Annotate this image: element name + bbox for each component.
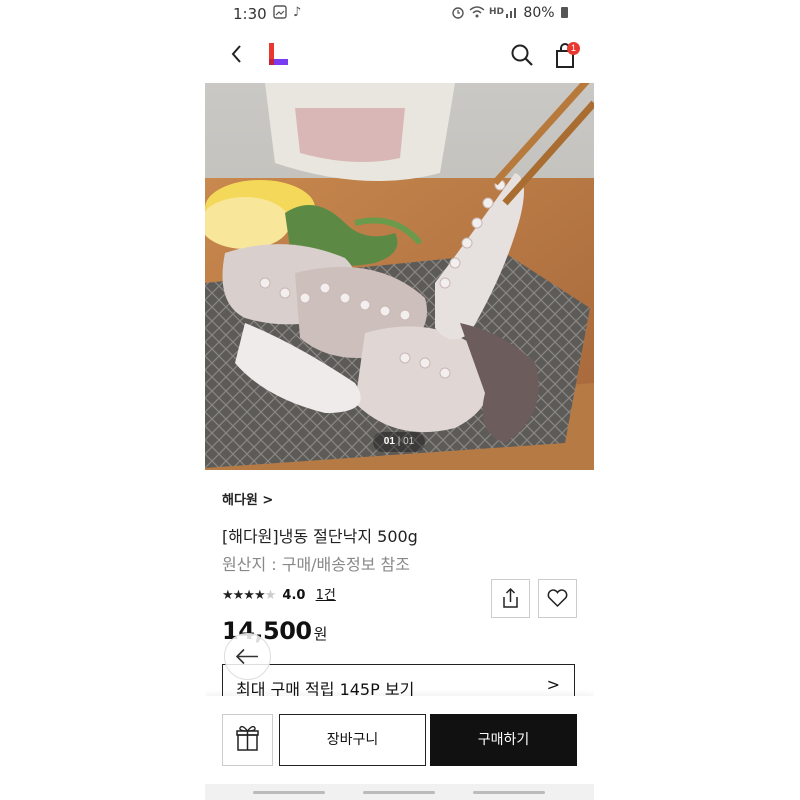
wishlist-button[interactable] <box>538 579 577 618</box>
star-empty: ★ <box>264 588 277 603</box>
back-arrow-icon[interactable] <box>225 40 249 68</box>
cart-count-badge: 1 <box>567 42 580 55</box>
image-counter: 01 | 01 <box>373 432 425 452</box>
product-origin: 원산지 : 구매/배송정보 참조 <box>222 555 410 574</box>
status-bar: 1:30 ♪ HD 80% <box>205 0 594 28</box>
signal-icon <box>505 5 519 23</box>
gift-button[interactable] <box>222 714 273 766</box>
search-icon[interactable] <box>509 42 535 68</box>
stars-filled: ★★★★ <box>222 588 266 603</box>
hd-voice-icon: HD <box>489 7 505 17</box>
rating-value: 4.0 <box>282 588 306 603</box>
arrow-left-icon <box>235 648 258 665</box>
share-button[interactable] <box>491 579 530 618</box>
price-currency: 원 <box>313 625 328 643</box>
lotte-on-logo[interactable] <box>267 42 289 66</box>
share-icon <box>503 587 518 608</box>
nav-handle-center[interactable] <box>363 791 435 794</box>
product-image[interactable] <box>205 83 594 470</box>
gift-icon <box>236 725 259 751</box>
wifi-icon <box>469 5 485 23</box>
battery-icon <box>561 7 568 18</box>
gallery-notification-icon <box>273 5 287 23</box>
add-to-cart-button[interactable]: 장바구니 <box>279 714 426 766</box>
heart-icon <box>547 589 568 608</box>
rating-row: ★★★★★ 4.0 1건 <box>222 584 336 604</box>
buy-now-button[interactable]: 구매하기 <box>430 714 577 766</box>
phone-screen: 1:30 ♪ HD 80% 1 01 | 01 해다원 > [해다원]냉동 절단… <box>205 0 594 800</box>
brand-link[interactable]: 해다원 > <box>222 489 273 508</box>
music-note-icon: ♪ <box>293 5 302 20</box>
alarm-icon <box>451 5 465 23</box>
image-counter-total: 01 <box>403 436 415 447</box>
battery-status: 80% <box>523 5 568 21</box>
nav-handle-right[interactable] <box>473 791 545 794</box>
purchase-bar: 장바구니 구매하기 <box>205 696 594 784</box>
image-counter-current: 01 <box>383 436 395 447</box>
status-time: 1:30 <box>233 5 267 23</box>
chevron-right-icon: > <box>546 675 560 694</box>
top-navigation: 1 <box>205 30 594 80</box>
system-navigation-bar <box>205 784 594 800</box>
floating-back-button[interactable] <box>224 633 271 680</box>
nav-handle-left[interactable] <box>253 791 325 794</box>
rating-stars: ★★★★★ <box>222 588 278 603</box>
review-count-link[interactable]: 1건 <box>316 588 336 603</box>
image-counter-separator: | <box>397 436 401 447</box>
product-title: [해다원]냉동 절단낙지 500g <box>222 527 418 546</box>
battery-percent: 80% <box>523 5 555 21</box>
